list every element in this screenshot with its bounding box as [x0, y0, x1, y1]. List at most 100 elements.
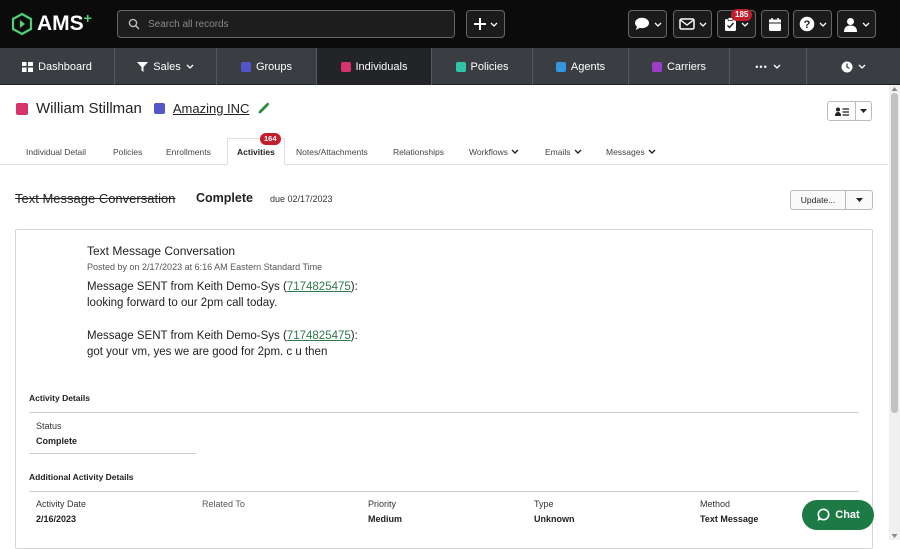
tab-label: Relationships — [393, 146, 445, 157]
status-label: Status — [36, 421, 62, 431]
update-button[interactable]: Update... — [791, 191, 846, 209]
activity-details-heading: Activity Details — [29, 393, 90, 403]
phone-link[interactable]: 7174825475 — [287, 330, 351, 342]
record-actions-dropdown[interactable] — [856, 102, 871, 120]
posted-by-text: Posted by on 2/17/2023 at 6:16 AM Easter… — [87, 262, 323, 272]
user-icon — [844, 17, 857, 32]
tab-label: Notes/Attachments — [296, 146, 368, 157]
tasks-count-badge: 185 — [731, 9, 753, 21]
chevron-down-icon — [574, 149, 582, 154]
tab-notes-attachments[interactable]: Notes/Attachments — [296, 138, 368, 165]
mail-menu-button[interactable] — [673, 10, 712, 38]
tab-workflows[interactable]: Workflows — [469, 138, 519, 165]
scroll-down-icon[interactable] — [889, 532, 900, 540]
nav-more[interactable]: ••• — [730, 48, 807, 85]
activities-count-badge: 164 — [260, 133, 281, 145]
divider — [29, 412, 859, 413]
activity-date-value: 2/16/2023 — [36, 514, 77, 524]
chevron-down-icon — [819, 22, 826, 27]
record-header: William Stillman Amazing INC — [16, 100, 270, 117]
main-nav: Dashboard Sales Groups Individuals Polic… — [0, 48, 900, 85]
nav-sales[interactable]: Sales — [115, 48, 217, 85]
tab-enrollments[interactable]: Enrollments — [166, 138, 211, 165]
mail-icon — [678, 18, 695, 30]
record-tabs: Individual Detail Policies Enrollments A… — [0, 133, 888, 165]
top-bar: AMS+ 185 ? — [0, 0, 900, 48]
policies-color-swatch — [455, 61, 466, 72]
chat-button[interactable]: Chat — [802, 500, 874, 530]
phone-link[interactable]: 7174825475 — [287, 281, 351, 293]
tab-messages[interactable]: Messages — [606, 138, 656, 165]
logo-plus: + — [83, 10, 92, 26]
chat-bubble-icon — [817, 508, 830, 521]
tab-policies[interactable]: Policies — [113, 138, 142, 165]
scroll-up-icon[interactable] — [889, 85, 900, 93]
nav-label: Groups — [255, 60, 293, 73]
ams-logo[interactable]: AMS + — [10, 10, 92, 37]
caret-down-icon — [860, 109, 867, 113]
chevron-down-icon — [648, 149, 656, 154]
tab-label: Individual Detail — [26, 146, 87, 157]
method-value: Text Message — [700, 514, 759, 524]
scrollbar-thumb[interactable] — [891, 93, 898, 413]
caret-down-icon — [855, 198, 863, 202]
list-view-button[interactable] — [828, 102, 856, 120]
nav-agents[interactable]: Agents — [533, 48, 629, 85]
company-color-swatch — [153, 103, 165, 114]
tab-relationships[interactable]: Relationships — [393, 138, 444, 165]
chevron-down-icon — [186, 64, 194, 69]
help-menu-button[interactable]: ? — [793, 10, 832, 38]
pencil-edit-icon[interactable] — [257, 102, 270, 115]
divider — [29, 491, 859, 492]
method-label: Method — [700, 499, 731, 509]
calendar-button[interactable] — [761, 10, 789, 38]
nav-policies[interactable]: Policies — [432, 48, 533, 85]
search-input[interactable] — [148, 18, 428, 30]
priority-label: Priority — [368, 499, 397, 509]
quick-add-button[interactable] — [466, 10, 505, 38]
help-icon: ? — [799, 16, 814, 32]
plus-icon — [473, 18, 486, 30]
nav-label: Agents — [570, 60, 606, 73]
tab-emails[interactable]: Emails — [545, 138, 582, 165]
history-clock-icon — [841, 61, 853, 72]
chevron-down-icon — [741, 22, 749, 27]
page-scrollbar[interactable] — [889, 85, 900, 540]
message-sender-suffix: ): — [350, 330, 358, 342]
divider — [29, 453, 196, 454]
nav-carriers[interactable]: Carriers — [629, 48, 730, 85]
tab-label: Policies — [113, 146, 143, 157]
dashboard-icon — [22, 61, 34, 72]
chat-bubble-icon — [634, 17, 649, 30]
message-body: looking forward to our 2pm call today. — [87, 297, 278, 309]
nav-label: Dashboard — [38, 60, 92, 73]
activity-title-row: Text Message Conversation Complete due 0… — [15, 190, 873, 210]
nav-dashboard[interactable]: Dashboard — [0, 48, 115, 85]
tab-individual-detail[interactable]: Individual Detail — [26, 138, 86, 165]
additional-details-heading: Additional Activity Details — [29, 472, 134, 482]
company-link[interactable]: Amazing INC — [173, 101, 250, 116]
message-block: Message SENT from Keith Demo-Sys (717482… — [87, 328, 358, 360]
activity-card: Text Message Conversation Posted by on 2… — [15, 229, 873, 549]
tab-label: Enrollments — [166, 146, 211, 157]
messages-menu-button[interactable] — [628, 10, 667, 38]
search-box[interactable] — [117, 10, 455, 38]
status-value: Complete — [36, 436, 78, 446]
nav-label: Carriers — [666, 60, 707, 73]
conversation-title: Text Message Conversation — [87, 244, 236, 258]
chevron-down-icon — [654, 22, 661, 27]
individuals-color-swatch — [340, 61, 351, 72]
agents-color-swatch — [555, 61, 566, 72]
nav-individuals[interactable]: Individuals — [317, 48, 432, 85]
chevron-down-icon — [699, 22, 706, 27]
search-icon — [128, 18, 140, 30]
record-name: William Stillman — [36, 100, 142, 117]
nav-label: Sales — [153, 60, 181, 73]
nav-history[interactable] — [807, 48, 900, 85]
nav-groups[interactable]: Groups — [217, 48, 317, 85]
logo-text: AMS — [37, 12, 84, 35]
update-dropdown-button[interactable] — [846, 191, 872, 209]
user-menu-button[interactable] — [837, 10, 876, 38]
tab-label: Activities — [237, 146, 275, 157]
tab-label: Emails — [545, 146, 571, 157]
